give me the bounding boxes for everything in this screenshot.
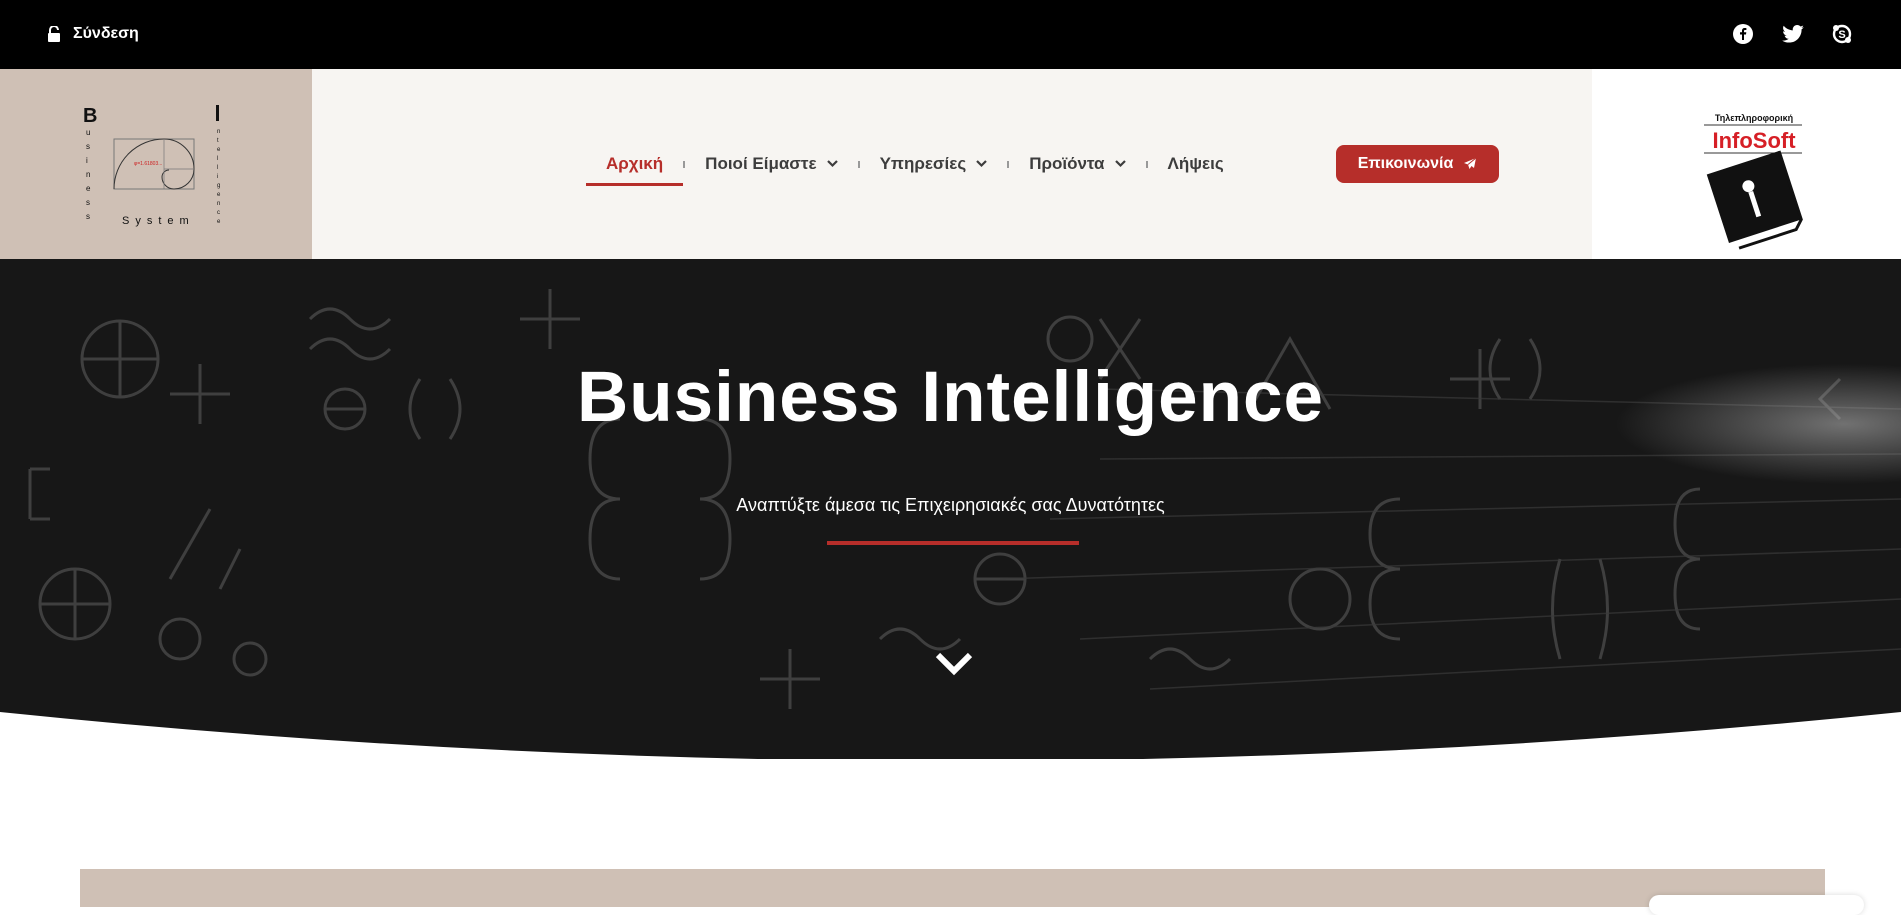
svg-text:t: t (217, 138, 219, 144)
logo-letter-i (216, 105, 219, 121)
svg-text:i: i (86, 156, 88, 165)
floppy-disk-icon (1706, 150, 1803, 250)
logo-letter-b: B (83, 105, 97, 127)
contact-button-label: Επικοινωνία (1357, 155, 1454, 172)
svg-text:e: e (217, 219, 221, 225)
nav-item-label: Ποιοί Είμαστε (705, 154, 817, 173)
svg-text:s: s (86, 212, 90, 221)
hero-curve (0, 712, 1901, 780)
hero-divider (827, 541, 1079, 545)
svg-text:S: S (1838, 29, 1845, 41)
svg-text:e: e (86, 184, 91, 193)
logo-phi: φ=1.61803... (134, 161, 162, 167)
main-nav: Αρχική Ποιοί Είμαστε Υπηρεσίες Προϊόντα … (586, 69, 1244, 259)
svg-text:g: g (217, 183, 220, 189)
floating-widget[interactable] (1649, 895, 1864, 915)
nav-item-label: Λήψεις (1167, 154, 1224, 173)
infosoft-tagline: Τηλεπληροφορική (1715, 113, 1793, 123)
bis-logo[interactable]: B usi ness ntel lige nce System φ=1.6180… (0, 69, 312, 259)
infosoft-brand: InfoSoft (1712, 128, 1796, 153)
logo-word-intelligence: ntel lige nce (217, 129, 221, 225)
nav-item-services[interactable]: Υπηρεσίες (860, 69, 1008, 259)
svg-text:n: n (217, 201, 220, 207)
infosoft-logo[interactable]: Τηλεπληροφορική InfoSoft (1592, 69, 1901, 259)
logo-word-business: usi ness (86, 128, 91, 221)
svg-text:e: e (217, 147, 221, 153)
infosoft-logo-graphic: Τηλεπληροφορική InfoSoft (1704, 113, 1803, 250)
site-header: B usi ness ntel lige nce System φ=1.6180… (0, 69, 1901, 259)
content-band (80, 869, 1825, 907)
login-label: Σύνδεση (73, 25, 139, 42)
hero-subtitle: Αναπτύξτε άμεσα τις Επιχειρησιακές σας Δ… (736, 495, 1165, 515)
nav-item-label: Προϊόντα (1029, 154, 1105, 173)
svg-text:e: e (217, 192, 221, 198)
svg-text:n: n (217, 129, 220, 135)
skype-icon[interactable]: S (1830, 22, 1854, 46)
hero-title: Business Intelligence (576, 358, 1325, 437)
login-link[interactable]: Σύνδεση (47, 22, 139, 46)
svg-text:s: s (86, 198, 90, 207)
svg-text:n: n (86, 170, 90, 179)
svg-text:l: l (217, 165, 218, 171)
chevron-down-icon (976, 160, 987, 168)
nav-item-label: Υπηρεσίες (879, 154, 967, 173)
svg-text:s: s (86, 142, 90, 151)
nav-item-about[interactable]: Ποιοί Είμαστε (685, 69, 857, 259)
nav-item-home[interactable]: Αρχική (586, 69, 684, 259)
svg-text:c: c (217, 210, 220, 216)
hero-section: Business Intelligence Αναπτύξτε άμεσα τι… (0, 259, 1901, 759)
twitter-icon[interactable] (1781, 22, 1805, 46)
facebook-icon[interactable] (1731, 22, 1755, 46)
chevron-down-icon (826, 160, 838, 168)
unlock-icon (48, 26, 60, 42)
chevron-down-icon[interactable] (934, 649, 974, 679)
paper-plane-icon (1464, 157, 1477, 169)
chevron-down-icon (1114, 160, 1126, 168)
bis-logo-graphic: B usi ness ntel lige nce System φ=1.6180… (83, 105, 221, 227)
contact-button[interactable]: Επικοινωνία (1336, 145, 1499, 183)
logo-word-system: System (122, 215, 195, 227)
svg-text:l: l (217, 156, 218, 162)
svg-text:u: u (86, 128, 90, 137)
nav-item-products[interactable]: Προϊόντα (1009, 69, 1145, 259)
top-bar: Σύνδεση S (0, 0, 1901, 69)
svg-text:i: i (217, 174, 218, 180)
nav-item-label: Αρχική (606, 154, 664, 173)
nav-item-downloads[interactable]: Λήψεις (1148, 69, 1244, 259)
